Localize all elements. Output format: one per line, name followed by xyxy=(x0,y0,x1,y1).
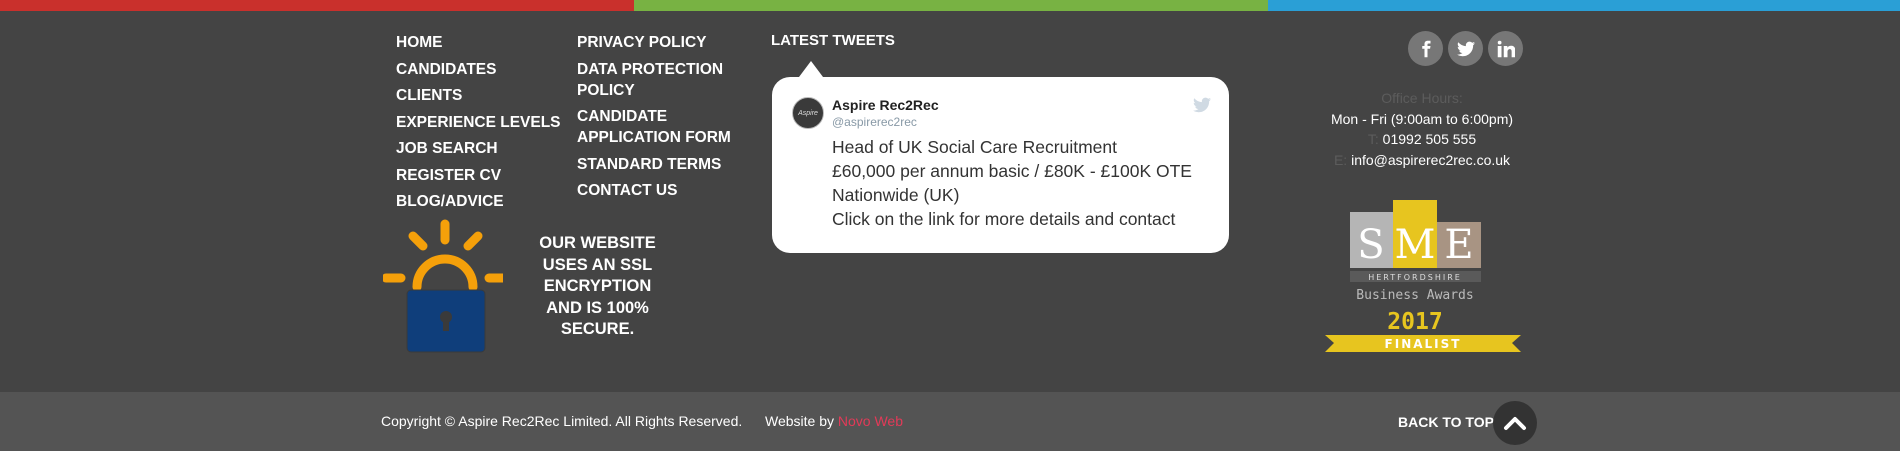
nav-link-privacy-policy[interactable]: PRIVACY POLICY xyxy=(577,32,767,53)
color-stripe-green xyxy=(634,0,1268,11)
sme-business-awards-badge: S M E HERTFORDSHIRE Business Awards 2017… xyxy=(1325,200,1521,352)
sme-letter: M xyxy=(1395,222,1436,268)
facebook-icon[interactable] xyxy=(1408,31,1443,66)
award-status: FINALIST xyxy=(1385,337,1462,351)
novo-web-link[interactable]: Novo Web xyxy=(838,413,903,429)
office-hours: Mon - Fri (9:00am to 6:00pm) xyxy=(1330,110,1514,127)
tweet-card[interactable]: Aspire Aspire Rec2Rec @aspirerec2rec Hea… xyxy=(772,77,1229,253)
nav-link-job-search[interactable]: JOB SEARCH xyxy=(396,138,561,159)
footer-nav-secondary: PRIVACY POLICY DATA PROTECTION POLICY CA… xyxy=(577,32,767,207)
tweet-line: Head of UK Social Care Recruitment xyxy=(832,137,1117,157)
email-line: E: info@aspirerec2rec.co.uk xyxy=(1302,150,1542,171)
website-credit: Website by Novo Web xyxy=(765,413,903,429)
tweet-avatar[interactable]: Aspire xyxy=(792,97,824,129)
tweet-line: £60,000 per annum basic / £80K - £100K O… xyxy=(832,161,1192,181)
contact-details: Office Hours: Mon - Fri (9:00am to 6:00p… xyxy=(1302,88,1542,170)
back-to-top-link[interactable]: BACK TO TOP xyxy=(1398,414,1494,430)
sme-letter: E xyxy=(1444,222,1473,268)
office-hours-label: Office Hours: xyxy=(1381,90,1463,106)
award-name: Business Awards xyxy=(1356,288,1473,303)
sme-letter: S xyxy=(1357,222,1384,268)
tweet-author-name[interactable]: Aspire Rec2Rec xyxy=(832,97,939,113)
social-links xyxy=(1408,31,1523,66)
nav-link-standard-terms[interactable]: STANDARD TERMS xyxy=(577,154,767,175)
color-stripe-blue xyxy=(1268,0,1900,11)
twitter-bird-icon[interactable] xyxy=(1193,97,1211,113)
award-year: 2017 xyxy=(1387,309,1442,335)
copyright-text: Copyright © Aspire Rec2Rec Limited. All … xyxy=(381,413,743,429)
website-by-label: Website by xyxy=(765,413,834,429)
award-region: HERTFORDSHIRE xyxy=(1368,273,1462,282)
ssl-security-text: OUR WEBSITE USES AN SSL ENCRYPTION AND I… xyxy=(539,234,656,338)
nav-link-experience-levels[interactable]: EXPERIENCE LEVELS xyxy=(396,112,561,133)
email-prefix: E: xyxy=(1333,151,1348,168)
tweet-author-handle[interactable]: @aspirerec2rec xyxy=(832,115,917,129)
latest-tweets-heading: LATEST TWEETS xyxy=(771,32,895,49)
nav-link-contact-us[interactable]: CONTACT US xyxy=(577,180,767,201)
nav-link-clients[interactable]: CLIENTS xyxy=(396,85,561,106)
twitter-icon[interactable] xyxy=(1448,31,1483,66)
tweet-text: Head of UK Social Care Recruitment £60,0… xyxy=(832,135,1217,231)
nav-link-home[interactable]: HOME xyxy=(396,32,561,53)
tweet-line: Click on the link for more details and c… xyxy=(832,209,1176,229)
footer-bottom-bar xyxy=(0,392,1900,451)
tweet-bubble-pointer xyxy=(799,61,823,77)
tweet-line: Nationwide (UK) xyxy=(832,185,960,205)
color-stripe-red xyxy=(0,0,634,11)
email-address[interactable]: info@aspirerec2rec.co.uk xyxy=(1351,152,1510,168)
back-to-top-button[interactable] xyxy=(1493,401,1537,445)
nav-link-candidate-application-form[interactable]: CANDIDATE APPLICATION FORM xyxy=(577,106,767,148)
phone-prefix: T: xyxy=(1367,131,1379,147)
nav-link-candidates[interactable]: CANDIDATES xyxy=(396,59,561,80)
chevron-up-icon xyxy=(1504,417,1526,430)
linkedin-icon[interactable] xyxy=(1488,31,1523,66)
nav-link-register-cv[interactable]: REGISTER CV xyxy=(396,165,561,186)
footer-nav-primary: HOME CANDIDATES CLIENTS EXPERIENCE LEVEL… xyxy=(396,32,561,218)
nav-link-data-protection-policy[interactable]: DATA PROTECTION POLICY xyxy=(577,59,767,101)
phone-line: T: 01992 505 555 xyxy=(1302,129,1542,150)
phone-number[interactable]: 01992 505 555 xyxy=(1383,131,1476,147)
nav-link-blog-advice[interactable]: BLOG/ADVICE xyxy=(396,191,561,212)
padlock-icon xyxy=(383,219,503,353)
